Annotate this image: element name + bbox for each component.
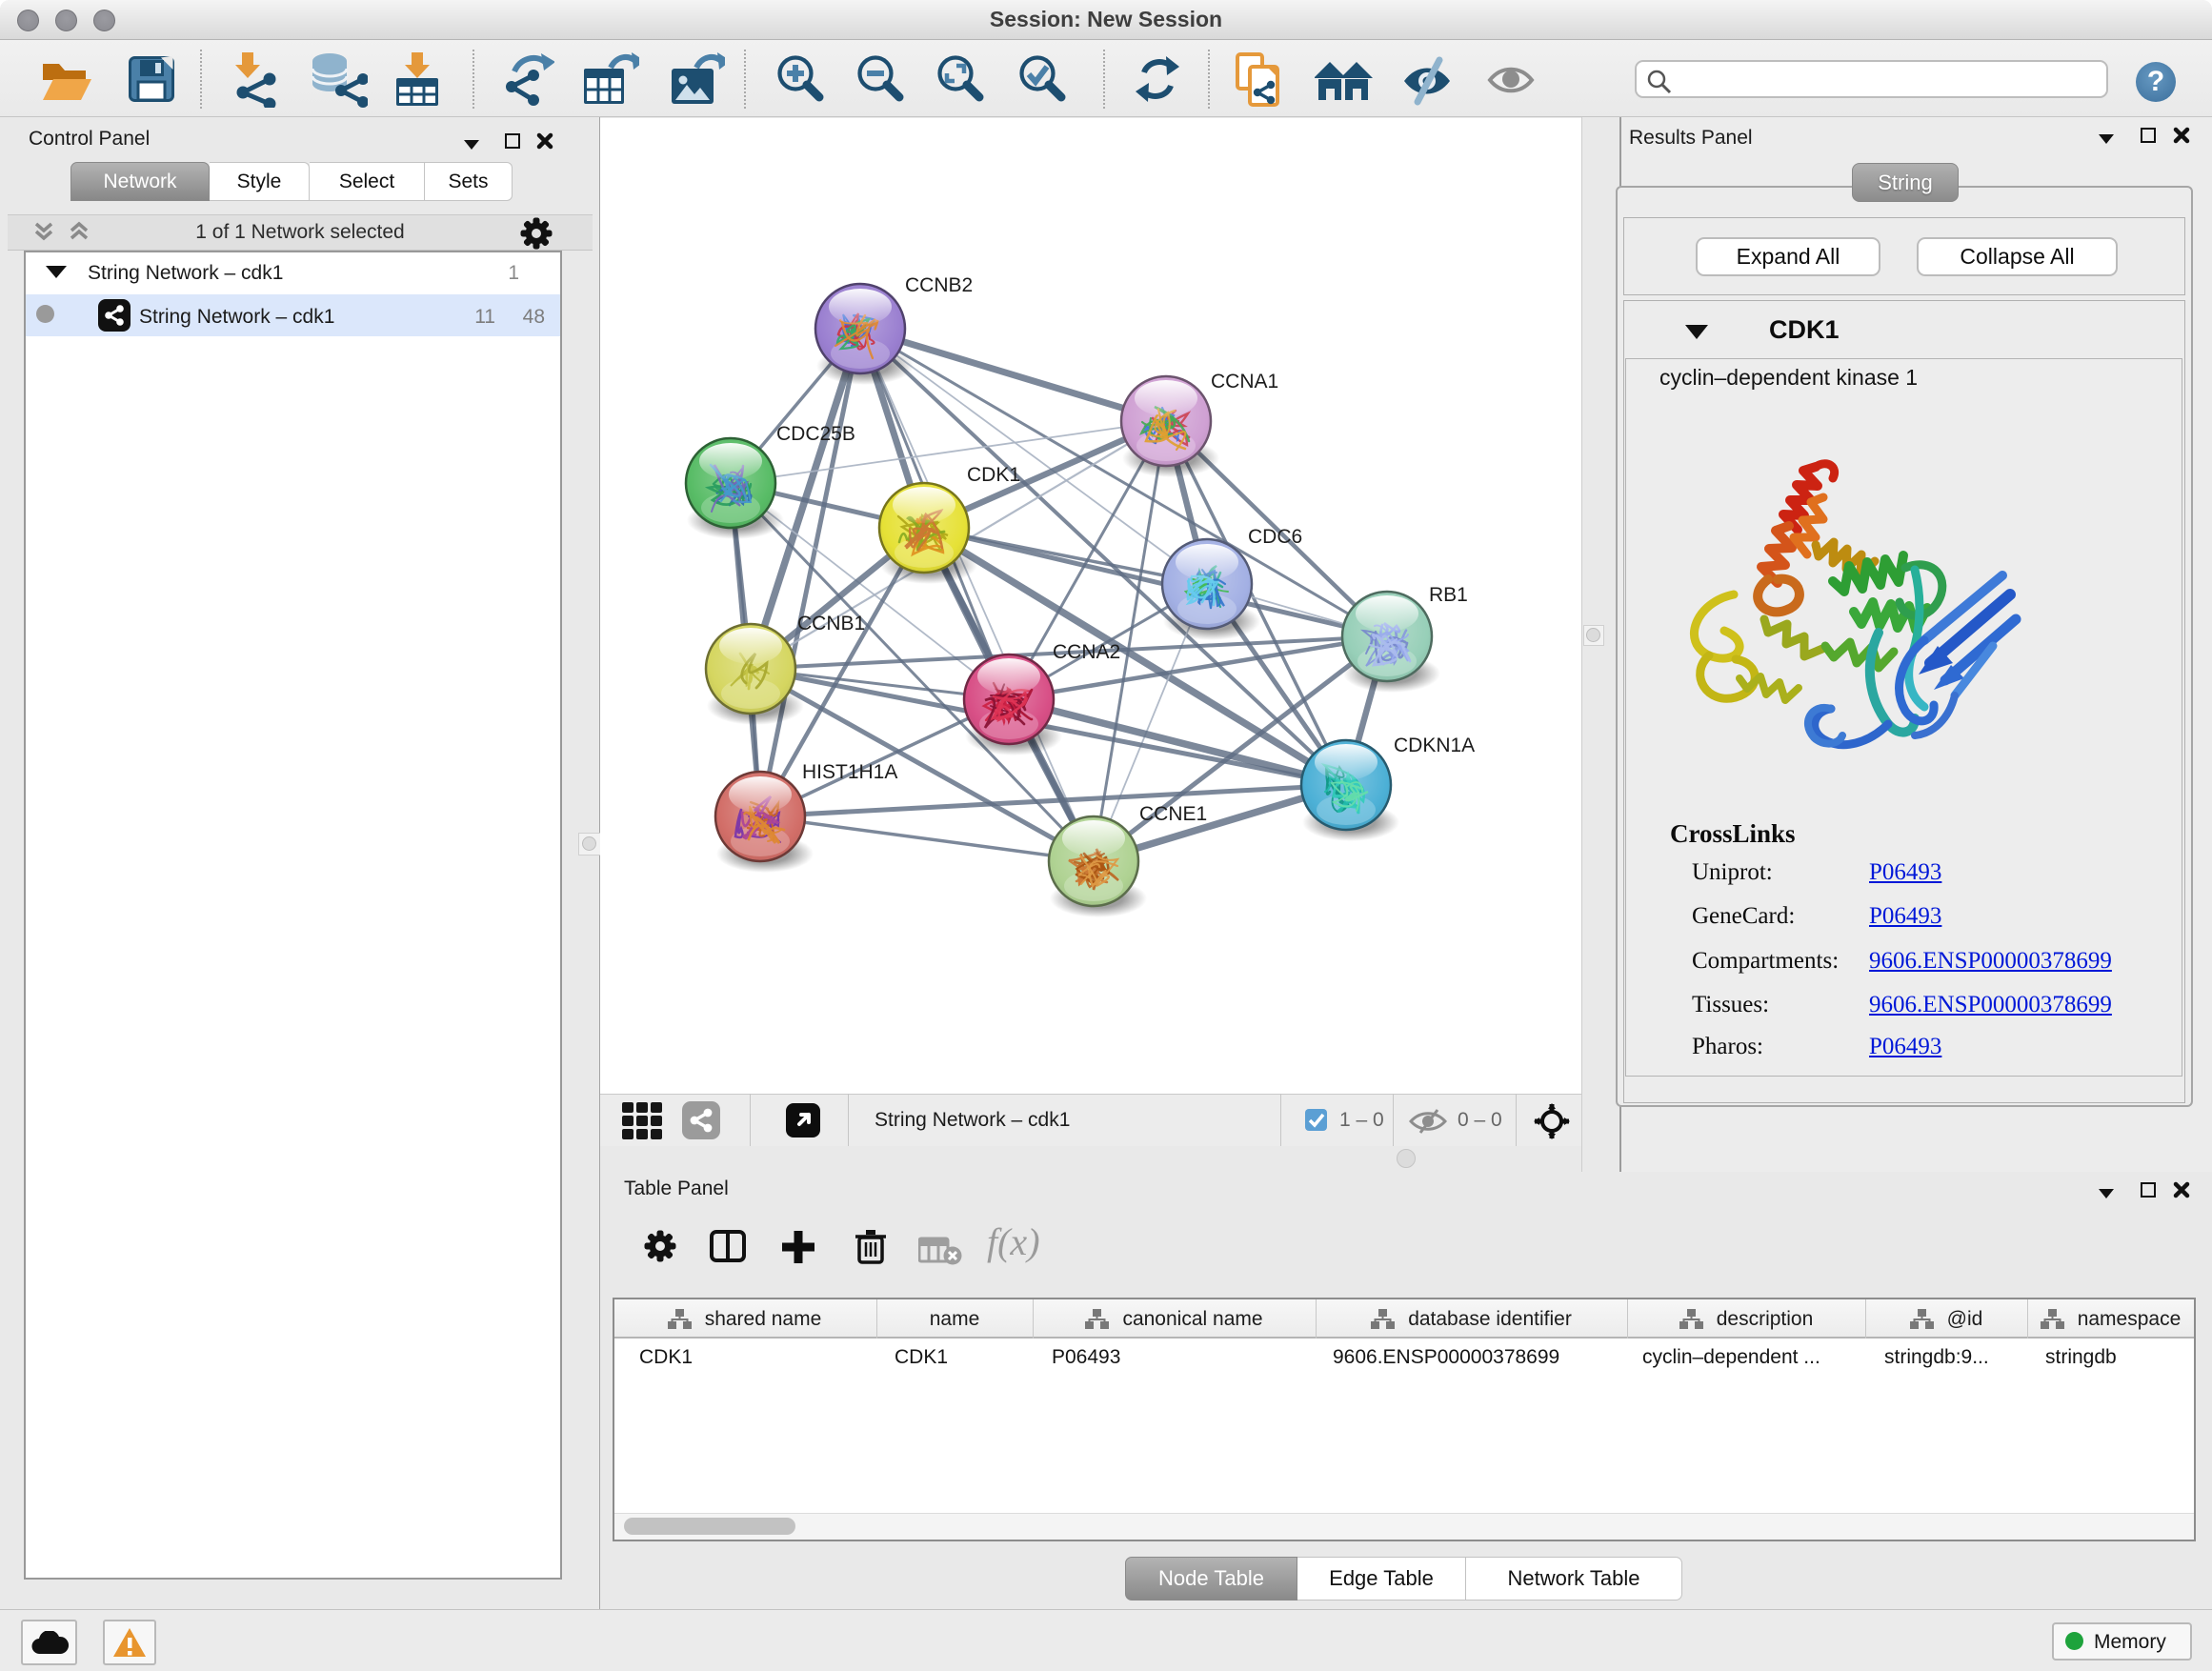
- svg-text:CCNA2: CCNA2: [1053, 641, 1120, 663]
- svg-text:CCNB2: CCNB2: [905, 274, 973, 296]
- svg-text:CCNA1: CCNA1: [1211, 371, 1278, 393]
- svg-text:HIST1H1A: HIST1H1A: [802, 761, 897, 783]
- svg-text:CDC25B: CDC25B: [776, 423, 855, 445]
- svg-text:CDKN1A: CDKN1A: [1394, 735, 1475, 756]
- svg-text:RB1: RB1: [1429, 584, 1468, 606]
- svg-text:CDK1: CDK1: [967, 464, 1020, 486]
- svg-text:CCNE1: CCNE1: [1139, 803, 1207, 825]
- svg-text:CCNB1: CCNB1: [797, 613, 865, 634]
- svg-text:CDC6: CDC6: [1248, 526, 1302, 548]
